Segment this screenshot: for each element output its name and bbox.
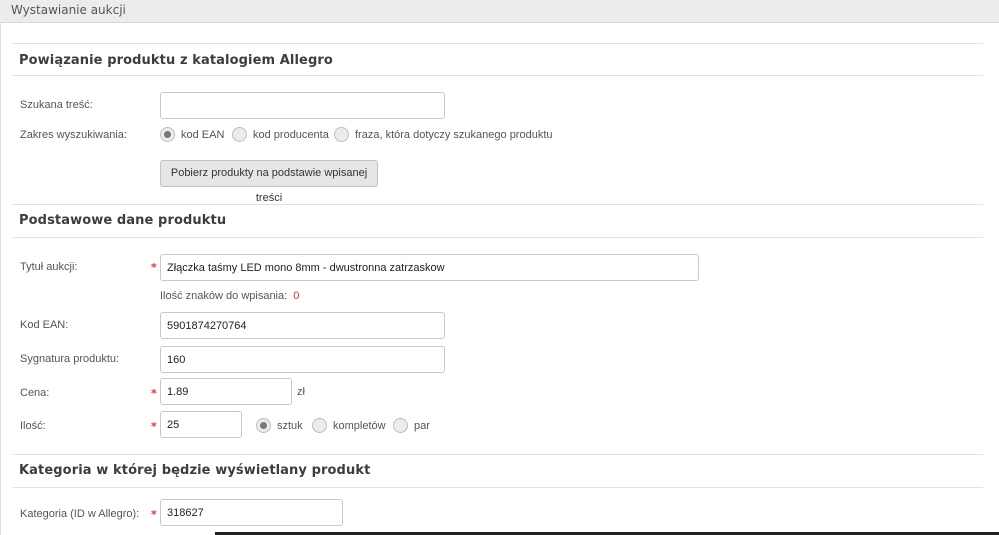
- scope-option-ean-label[interactable]: kod EAN: [181, 129, 224, 141]
- divider: [13, 75, 983, 76]
- scope-option-phrase-label[interactable]: fraza, która dotyczy szukanego produktu: [355, 129, 553, 141]
- signature-input[interactable]: [160, 346, 445, 373]
- price-input[interactable]: [160, 378, 292, 405]
- search-label: Szukana treść:: [20, 99, 93, 111]
- scope-radio-producer[interactable]: [232, 127, 247, 142]
- ean-label: Kod EAN:: [20, 319, 69, 331]
- price-label: Cena:: [20, 387, 50, 399]
- unit-option-sets-label[interactable]: kompletów: [333, 420, 386, 432]
- signature-label: Sygnatura produktu:: [20, 353, 120, 365]
- required-marker: *: [151, 508, 157, 521]
- unit-option-pairs-label[interactable]: par: [414, 420, 430, 432]
- price-unit: zł: [297, 386, 305, 398]
- unit-radio-sets[interactable]: [312, 418, 327, 433]
- section-title-category: Kategoria w której będzie wyświetlany pr…: [19, 463, 371, 478]
- required-marker: *: [151, 261, 157, 274]
- quantity-label: Ilość:: [20, 420, 46, 432]
- chars-left-note: Ilość znaków do wpisania: 0: [160, 290, 299, 302]
- unit-radio-pieces[interactable]: [256, 418, 271, 433]
- category-id-input[interactable]: [160, 499, 343, 526]
- fetch-products-button[interactable]: Pobierz produkty na podstawie wpisanej t…: [160, 160, 378, 204]
- section-title-catalog: Powiązanie produktu z katalogiem Allegro: [19, 53, 333, 68]
- auction-title-input[interactable]: [160, 254, 699, 281]
- unit-option-pieces-label[interactable]: sztuk: [277, 420, 303, 432]
- category-label: Kategoria (ID w Allegro):: [20, 508, 140, 520]
- required-marker: *: [151, 420, 157, 433]
- divider: [13, 237, 983, 238]
- chars-left-label: Ilość znaków do wpisania:: [160, 290, 288, 302]
- window-title: Wystawianie aukcji: [11, 3, 126, 17]
- scope-label: Zakres wyszukiwania:: [20, 129, 127, 141]
- frame-border: [0, 22, 1, 535]
- chars-left-count: 0: [293, 290, 300, 302]
- scope-radio-ean[interactable]: [160, 127, 175, 142]
- auction-title-label: Tytuł aukcji:: [20, 261, 78, 273]
- divider: [13, 43, 983, 44]
- section-title-basic: Podstawowe dane produktu: [19, 213, 227, 228]
- required-marker: *: [151, 387, 157, 400]
- scope-option-producer-label[interactable]: kod producenta: [253, 129, 329, 141]
- search-input[interactable]: [160, 92, 445, 119]
- unit-radio-pairs[interactable]: [393, 418, 408, 433]
- divider: [13, 454, 983, 455]
- quantity-input[interactable]: [160, 411, 242, 438]
- window-titlebar: Wystawianie aukcji: [0, 0, 999, 23]
- divider: [13, 204, 983, 205]
- divider: [13, 487, 983, 488]
- ean-input[interactable]: [160, 312, 445, 339]
- scope-radio-phrase[interactable]: [334, 127, 349, 142]
